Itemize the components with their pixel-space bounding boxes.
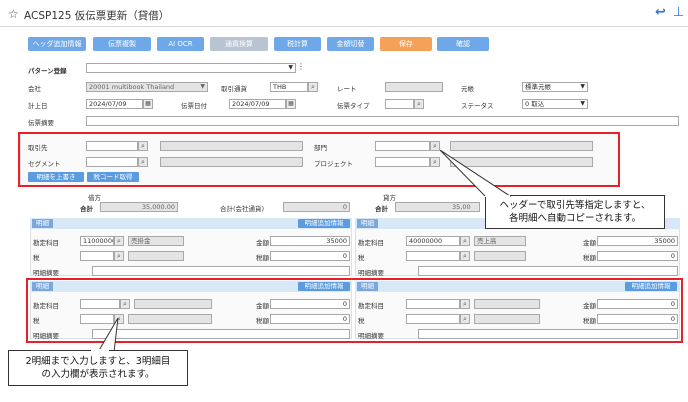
amount-switch-button[interactable]: 金額切替 [327, 37, 374, 51]
account-code-field[interactable]: 11000000 [80, 236, 114, 246]
chevron-down-icon: ▼ [200, 83, 205, 90]
bottom-callout-join [91, 349, 109, 351]
amount-field[interactable]: 35000 [597, 236, 678, 246]
voucher-date-label: 伝票日付 [181, 102, 207, 110]
rate-field [385, 82, 443, 92]
amount-field[interactable]: 35000 [270, 236, 350, 246]
line-summary-field[interactable] [418, 266, 678, 276]
account-code-field[interactable]: 40000000 [406, 236, 460, 246]
tax-label: 税 [33, 254, 40, 262]
save-button[interactable]: 保存 [380, 37, 432, 51]
currency-convert-button[interactable]: 通貨換算 [210, 37, 268, 51]
search-icon[interactable]: ⌕ [114, 251, 124, 261]
ai-ocr-button[interactable]: AI OCR [157, 37, 204, 51]
detail-tag: 明細 [357, 219, 378, 228]
search-icon[interactable]: ⌕ [308, 82, 318, 92]
tax-amount-field[interactable]: 0 [597, 251, 678, 261]
account-label: 勘定科目 [358, 239, 384, 247]
calendar-icon[interactable]: ▦ [286, 99, 296, 109]
debit-total-field: 35,000.00 [100, 202, 178, 212]
account-label: 勘定科目 [33, 239, 59, 247]
pattern-select[interactable]: ▼ [86, 63, 296, 73]
search-icon[interactable]: ⌕ [460, 236, 470, 246]
status-label: ステータス [461, 102, 494, 110]
ledger-select[interactable]: 標準元帳 ▼ [522, 82, 588, 92]
tax-calc-button[interactable]: 税計算 [274, 37, 321, 51]
line-summary-label: 明細摘要 [33, 269, 59, 277]
voucher-type-field[interactable] [385, 99, 414, 109]
account-name-field: 売上高 [474, 236, 526, 246]
posting-date-field[interactable]: 2024/07/09 [86, 99, 143, 109]
chevron-down-icon: ▼ [288, 64, 293, 71]
status-select[interactable]: 0 取込 ▼ [522, 99, 588, 109]
search-icon[interactable]: ⌕ [460, 251, 470, 261]
search-icon[interactable]: ⌕ [114, 236, 124, 246]
debit-label: 借方 [88, 194, 101, 202]
credit-total-field: 35,00 [395, 202, 480, 212]
debit-total-label: 合計 [80, 205, 93, 213]
favorite-star-icon[interactable]: ☆ [8, 7, 19, 21]
debit-total-company-label: 合計(会社通貨) [220, 205, 265, 213]
voucher-copy-button[interactable]: 伝票複製 [93, 37, 151, 51]
line-summary-field[interactable] [92, 266, 350, 276]
line-summary-label: 明細摘要 [358, 269, 384, 277]
summary-label: 伝票摘要 [28, 119, 54, 127]
tax-field[interactable] [406, 251, 460, 261]
chevron-down-icon: ▼ [580, 83, 585, 90]
ledger-label: 元帳 [461, 85, 474, 93]
company-select[interactable]: 20001 multibook Thailand ▼ [86, 82, 208, 92]
company-label: 会社 [28, 85, 41, 93]
currency-field[interactable]: THB [270, 82, 308, 92]
title-divider [0, 26, 688, 27]
header-highlight-box [18, 132, 620, 187]
pin-icon[interactable]: ⊥ [673, 5, 684, 20]
chevron-down-icon: ▼ [580, 100, 585, 107]
credit-label: 貸方 [383, 194, 396, 202]
summary-field[interactable] [86, 116, 679, 126]
currency-label: 取引通貨 [221, 85, 247, 93]
detail-add-info-button[interactable]: 明細追加情報 [298, 219, 350, 228]
tax-label: 税 [358, 254, 365, 262]
voucher-date-field[interactable]: 2024/07/09 [229, 99, 286, 109]
tax-field[interactable] [80, 251, 114, 261]
right-callout: ヘッダーで取引先等指定しますと、 各明細へ自動コピーされます。 [485, 195, 665, 229]
tax-amount-field[interactable]: 0 [270, 251, 350, 261]
rate-label: レート [337, 85, 357, 93]
right-callout-pointer [440, 150, 512, 197]
calendar-icon[interactable]: ▦ [143, 99, 153, 109]
debit-total-company-field: 0 [283, 202, 350, 212]
more-vert-icon[interactable]: ⋮ [297, 62, 305, 71]
pattern-label: パターン登録 [28, 67, 67, 75]
tax-amount-label: 税額 [583, 254, 596, 262]
account-name-field: 売掛金 [128, 236, 184, 246]
credit-total-label: 合計 [375, 205, 388, 213]
page-title: ACSP125 仮伝票更新（貸借） [24, 10, 170, 22]
posting-date-label: 計上日 [28, 102, 48, 110]
amount-label: 金額 [256, 239, 269, 247]
tax-name-field [474, 251, 526, 261]
confirm-button[interactable]: 確認 [437, 37, 489, 51]
tax-name-field [128, 251, 184, 261]
bottom-callout-pointer [97, 318, 119, 352]
search-icon[interactable]: ⌕ [414, 99, 424, 109]
voucher-type-label: 伝票タイプ [337, 102, 370, 110]
bottom-callout: 2明細まで入力しますと、3明細目 の入力欄が表示されます。 [8, 350, 188, 386]
undo-icon[interactable]: ↩ [655, 5, 666, 20]
amount-label: 金額 [583, 239, 596, 247]
tax-amount-label: 税額 [256, 254, 269, 262]
detail-tag: 明細 [32, 219, 53, 228]
header-add-info-button[interactable]: ヘッダ追加情報 [28, 37, 86, 51]
